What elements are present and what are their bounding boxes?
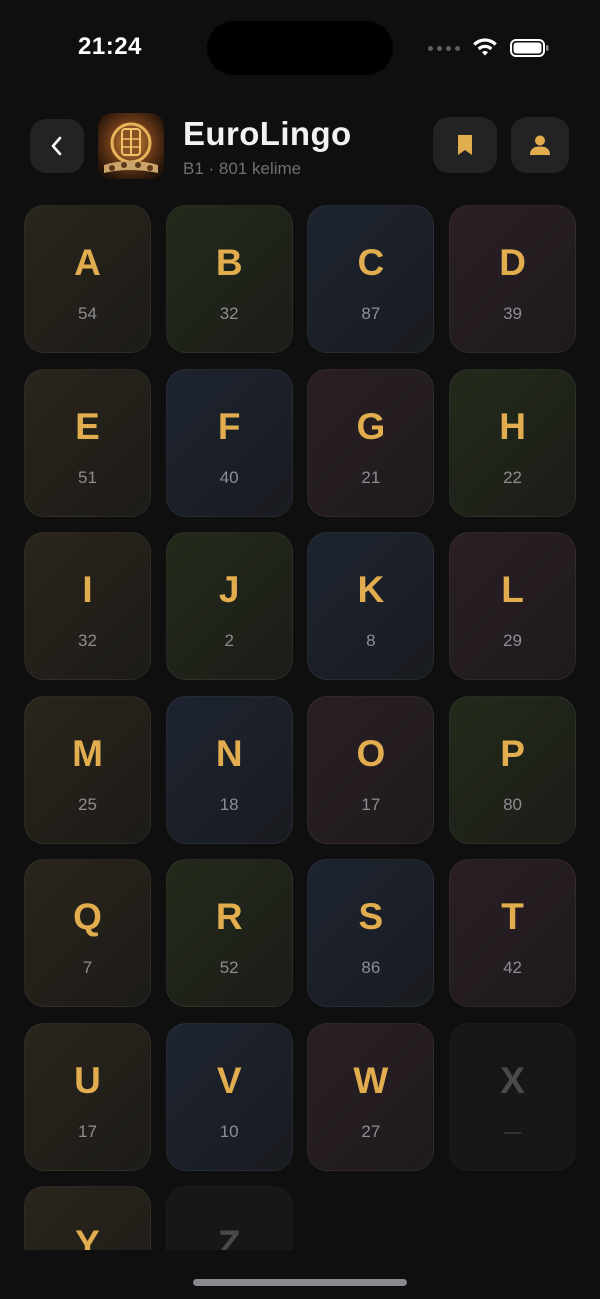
word-count: 54 xyxy=(78,304,97,323)
bookmark-icon xyxy=(458,135,472,155)
word-count: 7 xyxy=(82,958,93,977)
letter-label: C xyxy=(357,242,385,283)
letter-label: I xyxy=(82,569,93,610)
word-count: 32 xyxy=(78,631,97,650)
letter-tile-g[interactable]: G 21 xyxy=(307,368,435,517)
status-time: 21:24 xyxy=(78,33,142,60)
letter-label: T xyxy=(501,896,524,937)
person-icon xyxy=(530,135,550,155)
letter-tile-h[interactable]: H 22 xyxy=(449,368,576,517)
word-count: 80 xyxy=(503,794,523,814)
letter-label: K xyxy=(357,569,385,610)
letter-label: A xyxy=(74,242,101,283)
letter-tile-a[interactable]: A 54 xyxy=(24,205,151,353)
letter-grid: A 54 B 32 C 87 D 39 E 51 F 40 G 21 H 22 I 32 J 2 K 8 L 29 M 25 N 18… xyxy=(24,205,576,1250)
word-count: 2 xyxy=(224,631,234,650)
letter-tile-j[interactable]: J2 xyxy=(165,532,293,680)
word-count: 17 xyxy=(78,1121,97,1141)
word-count: 18 xyxy=(219,794,239,814)
letter-tile-x: X — xyxy=(449,1022,576,1171)
bookmark-button[interactable] xyxy=(433,117,497,173)
word-count: 29 xyxy=(503,631,523,650)
battery-icon xyxy=(510,39,549,57)
letter-tile-p[interactable]: P 80 xyxy=(449,695,576,844)
word-count: 22 xyxy=(503,467,523,487)
letter-label: U xyxy=(74,1059,101,1101)
word-count: 39 xyxy=(503,304,523,323)
screen: 21:24 EuroLingo B1 · 801 kelime A 54 B 3… xyxy=(0,0,600,1299)
letter-tile-l[interactable]: L 29 xyxy=(449,532,576,680)
word-count: 32 xyxy=(219,304,239,323)
back-button[interactable] xyxy=(30,119,84,173)
letter-tile-s[interactable]: S 86 xyxy=(307,859,435,1007)
word-count: 25 xyxy=(78,794,97,814)
word-count: 8 xyxy=(366,631,376,650)
word-count: 21 xyxy=(361,467,381,487)
letter-label: J xyxy=(218,569,240,610)
word-count: 10 xyxy=(219,1121,239,1141)
profile-button[interactable] xyxy=(511,117,569,173)
letter-tile-f[interactable]: F 40 xyxy=(165,368,293,517)
letter-tile-t[interactable]: T 42 xyxy=(449,859,576,1007)
dynamic-island xyxy=(207,21,393,75)
letter-tile-n[interactable]: N 18 xyxy=(165,695,293,844)
home-indicator[interactable] xyxy=(193,1279,407,1286)
cellular-signal-icon xyxy=(428,45,460,51)
word-count: 51 xyxy=(78,467,97,487)
letter-label: L xyxy=(501,569,524,610)
letter-tile-d[interactable]: D 39 xyxy=(449,205,576,353)
letter-tile-e[interactable]: E 51 xyxy=(24,368,151,517)
letter-label: R xyxy=(215,896,243,937)
wifi-icon xyxy=(473,38,497,56)
letter-tile-z: Z xyxy=(165,1186,293,1250)
app-title: EuroLingo xyxy=(183,115,352,152)
letter-label: D xyxy=(499,242,526,283)
letter-label: P xyxy=(500,732,525,774)
letter-tile-b[interactable]: B 32 xyxy=(165,205,293,353)
word-count: 40 xyxy=(219,467,239,487)
letter-label: M xyxy=(72,732,103,774)
word-count: 87 xyxy=(361,304,381,323)
letter-tile-w[interactable]: W 27 xyxy=(307,1022,435,1171)
word-count: 52 xyxy=(219,958,239,977)
letter-label: V xyxy=(216,1059,242,1101)
letter-label: Y xyxy=(75,1223,100,1250)
word-count: 17 xyxy=(361,794,381,814)
letter-tile-m[interactable]: M 25 xyxy=(24,695,151,844)
letter-tile-y[interactable]: Y xyxy=(24,1186,151,1250)
word-count: 86 xyxy=(361,958,381,977)
app-logo xyxy=(98,113,164,179)
letter-tile-o[interactable]: O 17 xyxy=(307,695,435,844)
letter-label: H xyxy=(499,405,526,447)
letter-tile-u[interactable]: U 17 xyxy=(24,1022,151,1171)
letter-label: F xyxy=(217,405,241,447)
letter-label: G xyxy=(356,405,386,447)
letter-tile-r[interactable]: R 52 xyxy=(165,859,293,1007)
letter-tile-i[interactable]: I 32 xyxy=(24,532,151,680)
chevron-left-icon xyxy=(51,136,62,156)
letter-label: S xyxy=(358,896,384,937)
word-count: 27 xyxy=(361,1121,381,1141)
letter-tile-v[interactable]: V 10 xyxy=(165,1022,293,1171)
letter-tile-q[interactable]: Q7 xyxy=(24,859,151,1007)
letter-tile-k[interactable]: K8 xyxy=(307,532,435,680)
letter-label: Z xyxy=(217,1223,241,1250)
word-count: — xyxy=(504,1121,522,1141)
letter-label: B xyxy=(215,242,243,283)
letter-label: Q xyxy=(73,896,102,937)
letter-tile-c[interactable]: C 87 xyxy=(307,205,435,353)
letter-label: E xyxy=(75,405,100,447)
letter-label: W xyxy=(353,1059,389,1101)
word-count: 42 xyxy=(503,958,523,977)
letter-label: N xyxy=(215,732,243,774)
letter-label: X xyxy=(500,1059,525,1101)
app-subtitle: B1 · 801 kelime xyxy=(183,159,302,178)
letter-label: O xyxy=(356,732,386,774)
status-icons xyxy=(428,36,550,60)
